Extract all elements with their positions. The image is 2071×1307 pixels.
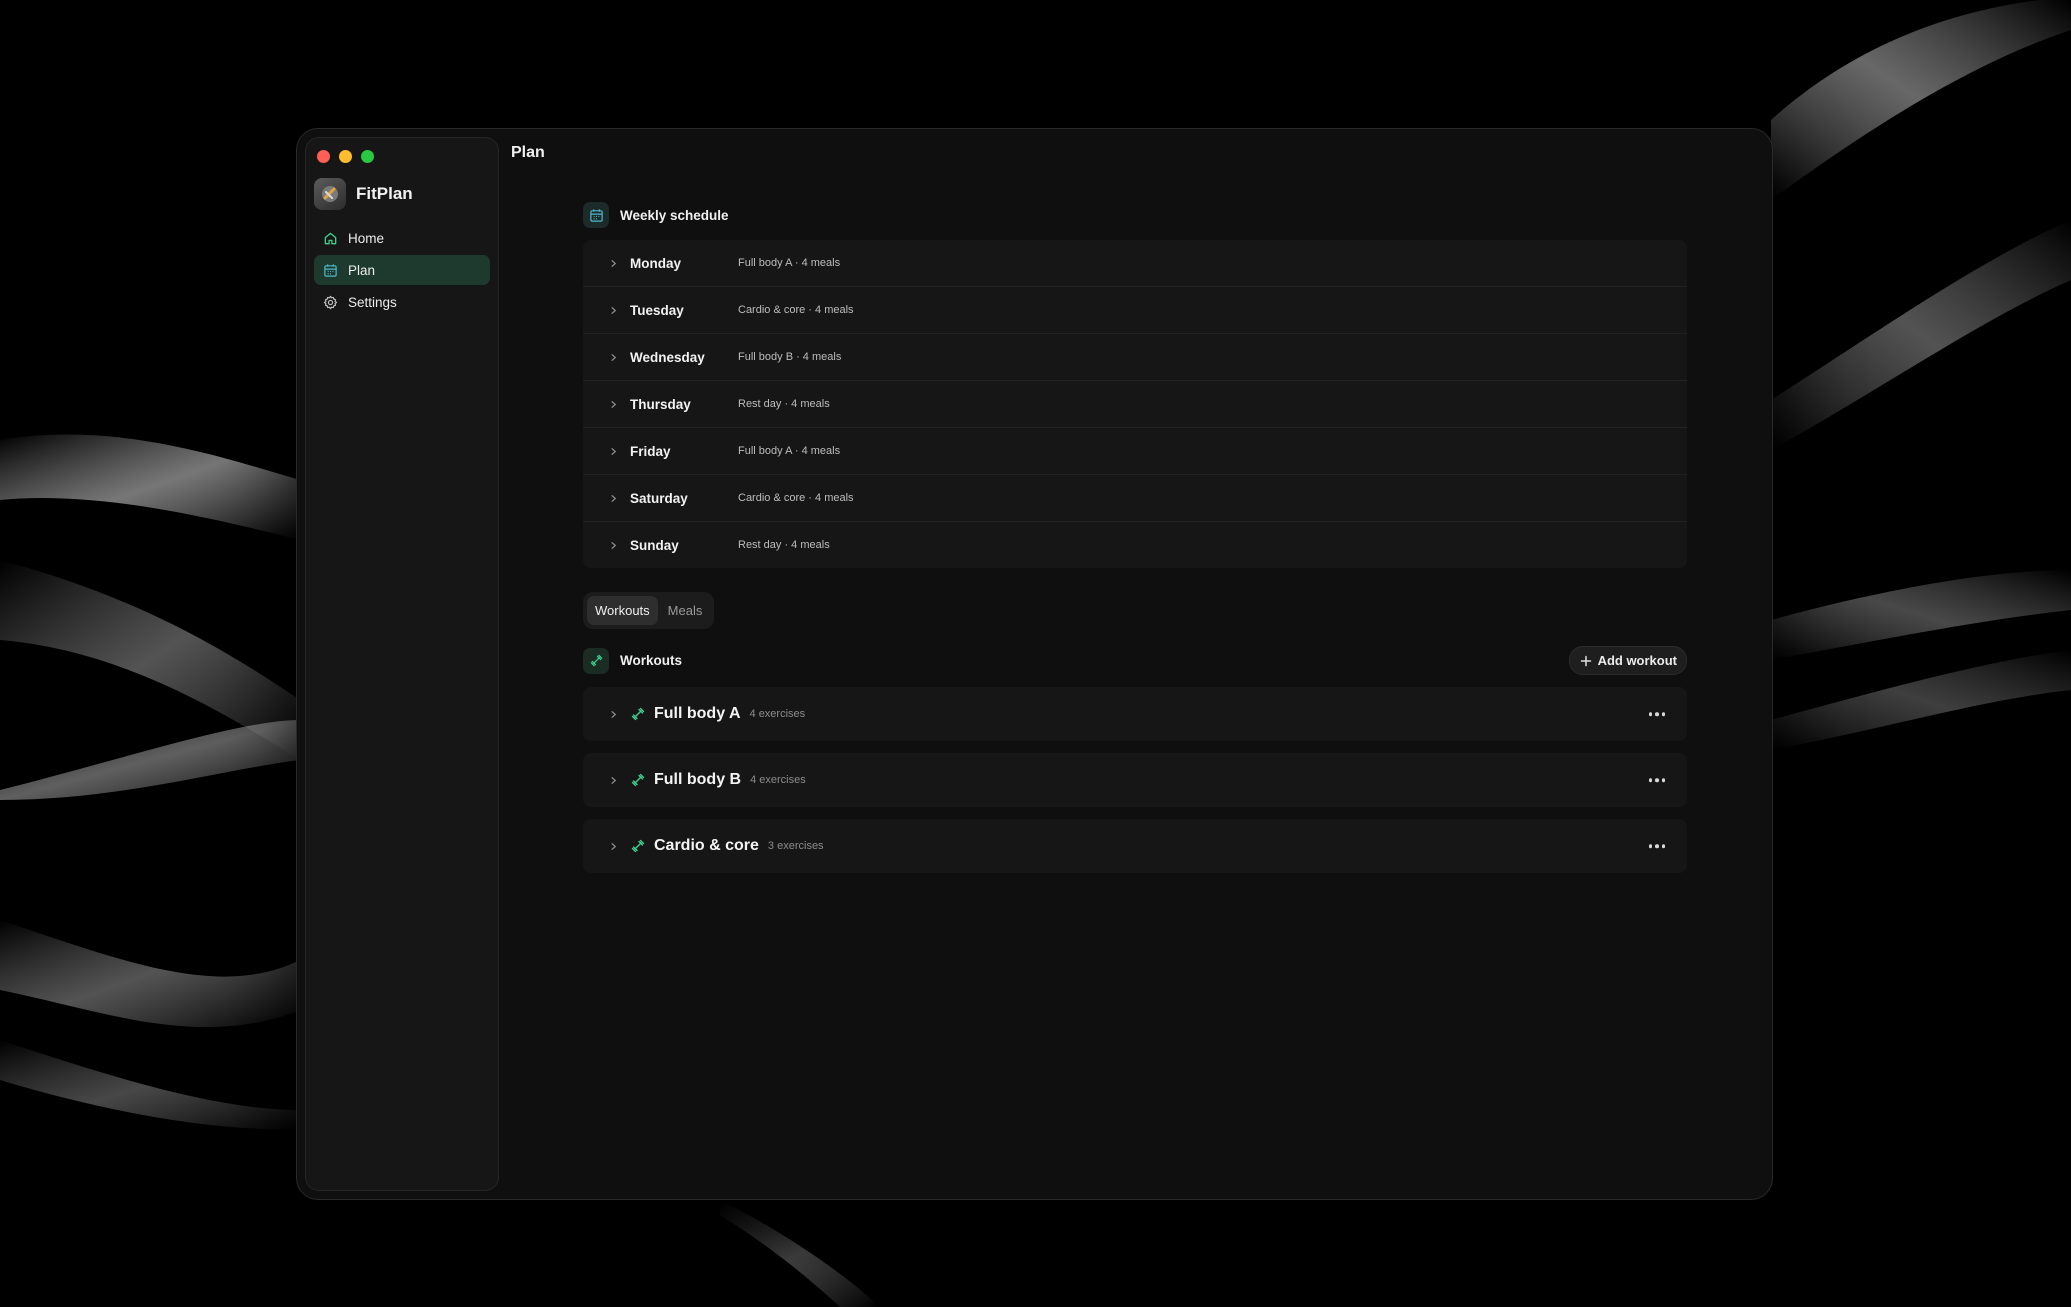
workout-card-full-body-b[interactable]: Full body B 4 exercises: [583, 753, 1687, 807]
day-name: Tuesday: [630, 302, 684, 318]
more-options-icon[interactable]: [1648, 844, 1665, 848]
workout-card-cardio-core[interactable]: Cardio & core 3 exercises: [583, 819, 1687, 873]
chevron-right-icon: [605, 349, 621, 365]
workout-name: Full body A: [654, 705, 741, 722]
day-summary: Full body A · 4 meals: [738, 445, 841, 457]
section-title: Weekly schedule: [620, 207, 729, 223]
sidebar-item-home[interactable]: Home: [314, 223, 490, 253]
day-name: Monday: [630, 255, 682, 271]
workout-card-full-body-a[interactable]: Full body A 4 exercises: [583, 687, 1687, 741]
day-name: Friday: [630, 443, 671, 459]
section-title: Workouts: [620, 653, 683, 668]
calendar-icon: [324, 263, 337, 277]
tab-meals[interactable]: Meals: [660, 596, 711, 625]
page-title: Plan: [511, 144, 545, 161]
add-workout-label: Add workout: [1597, 653, 1677, 668]
chevron-right-icon: [605, 537, 621, 553]
day-row-saturday[interactable]: Saturday Cardio & core · 4 meals: [583, 475, 1687, 522]
weekly-schedule-list: Monday Full body A · 4 meals Tuesday Car…: [583, 240, 1687, 568]
calendar-icon: [583, 202, 609, 228]
brand: FitPlan: [314, 178, 413, 210]
workout-name: Full body B: [654, 771, 742, 788]
day-name: Sunday: [630, 537, 679, 553]
add-workout-button[interactable]: Add workout: [1568, 646, 1687, 675]
sidebar-item-plan[interactable]: Plan: [314, 255, 490, 285]
home-icon: [324, 232, 337, 244]
dumbbell-icon: [630, 772, 646, 788]
sidebar-item-label: Plan: [348, 262, 376, 278]
day-summary: Full body B · 4 meals: [738, 351, 842, 363]
dumbbell-icon: [583, 647, 609, 674]
day-summary: Cardio & core · 4 meals: [738, 492, 854, 504]
view-tabs: Workouts Meals: [583, 592, 715, 629]
sidebar-item-label: Home: [348, 230, 385, 246]
day-row-tuesday[interactable]: Tuesday Cardio & core · 4 meals: [583, 287, 1687, 334]
day-name: Saturday: [630, 490, 688, 506]
more-options-icon[interactable]: [1648, 778, 1665, 782]
sidebar: FitPlan Home Plan Settings: [305, 137, 499, 1191]
workouts-title-group: Workouts: [583, 647, 682, 675]
day-name: Wednesday: [630, 349, 705, 365]
chevron-right-icon: [605, 706, 621, 722]
workout-name: Cardio & core: [654, 837, 759, 854]
sidebar-item-settings[interactable]: Settings: [314, 287, 490, 317]
day-row-wednesday[interactable]: Wednesday Full body B · 4 meals: [583, 334, 1687, 381]
exercise-count: 3 exercises: [767, 840, 824, 852]
day-summary: Rest day · 4 meals: [738, 398, 830, 410]
day-row-friday[interactable]: Friday Full body A · 4 meals: [583, 428, 1687, 475]
close-window-button[interactable]: [317, 150, 330, 163]
chevron-right-icon: [605, 396, 621, 412]
zoom-window-button[interactable]: [361, 150, 374, 163]
exercise-count: 4 exercises: [750, 774, 806, 786]
weekly-schedule-header: Weekly schedule: [583, 201, 1687, 229]
chevron-right-icon: [605, 443, 621, 459]
app-window: FitPlan Home Plan Settings Plan Weekly s…: [296, 128, 1773, 1200]
sidebar-item-label: Settings: [348, 294, 397, 310]
dumbbell-icon: [630, 706, 646, 722]
tab-workouts[interactable]: Workouts: [587, 596, 658, 625]
day-summary: Cardio & core · 4 meals: [738, 304, 854, 316]
chevron-right-icon: [605, 255, 621, 271]
minimize-window-button[interactable]: [339, 150, 352, 163]
day-name: Thursday: [630, 396, 691, 412]
day-row-monday[interactable]: Monday Full body A · 4 meals: [583, 240, 1687, 287]
sidebar-nav: Home Plan Settings: [314, 223, 490, 319]
plus-icon: [1580, 655, 1591, 666]
main-content: Weekly schedule Monday Full body A · 4 m…: [583, 201, 1687, 873]
chevron-right-icon: [605, 838, 621, 854]
exercise-count: 4 exercises: [749, 708, 806, 720]
app-name: FitPlan: [356, 184, 413, 203]
day-row-sunday[interactable]: Sunday Rest day · 4 meals: [583, 522, 1687, 568]
dumbbell-icon: [630, 838, 646, 854]
more-options-icon[interactable]: [1648, 712, 1665, 716]
chevron-right-icon: [605, 490, 621, 506]
workouts-header: Workouts Add workout: [583, 646, 1687, 675]
chevron-right-icon: [605, 772, 621, 788]
gear-icon: [323, 295, 338, 309]
day-summary: Full body A · 4 meals: [738, 257, 841, 269]
day-summary: Rest day · 4 meals: [738, 539, 830, 551]
chevron-right-icon: [605, 302, 621, 318]
day-row-thursday[interactable]: Thursday Rest day · 4 meals: [583, 381, 1687, 428]
window-controls: [317, 150, 374, 163]
app-logo-icon: [314, 178, 346, 210]
